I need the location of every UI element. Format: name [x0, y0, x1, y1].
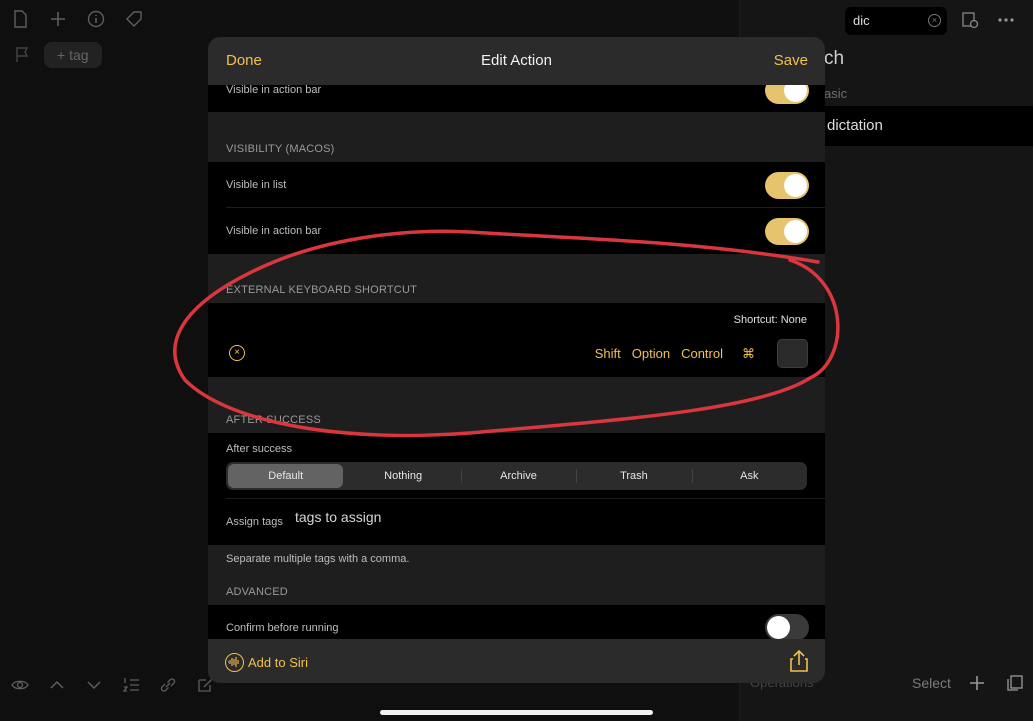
row-label: Confirm before running [226, 622, 339, 634]
visible-in-action-bar-row-ios: Visible in action bar [208, 77, 825, 112]
done-button[interactable]: Done [226, 52, 262, 69]
search-input[interactable]: dic × [845, 7, 947, 35]
row-label: Visible in action bar [226, 225, 322, 237]
list-subtitle: asic [824, 86, 848, 101]
tag-row: + tag [10, 42, 102, 68]
editor-bottom-toolbar [8, 674, 217, 696]
shortcut-status: Shortcut: None [733, 314, 807, 326]
editor-toolbar [8, 8, 146, 30]
after-success-segmented-control: Default Nothing Archive Trash Ask [226, 462, 807, 490]
after-success-group: After success Default Nothing Archive Tr… [208, 433, 825, 545]
row-label: Assign tags [226, 516, 283, 528]
list-bottom-toolbar: Select [912, 672, 1027, 694]
shortcut-key-input[interactable] [777, 339, 808, 368]
segment-trash[interactable]: Trash [576, 462, 691, 490]
plus-icon[interactable] [46, 8, 70, 30]
option-modifier-button[interactable]: Option [632, 346, 670, 362]
tag-icon[interactable] [122, 8, 146, 30]
info-icon[interactable] [84, 8, 108, 30]
new-document-icon[interactable] [8, 8, 32, 30]
modifier-keys: Shift Option Control ⌘ [595, 346, 755, 362]
modal-footer: Add to Siri [208, 639, 825, 683]
section-heading-keyboard-shortcut: EXTERNAL KEYBOARD SHORTCUT [226, 284, 418, 296]
more-icon[interactable] [994, 9, 1018, 31]
segment-default[interactable]: Default [228, 464, 344, 488]
visible-in-list-toggle[interactable] [765, 172, 809, 199]
add-tag-button[interactable]: + tag [44, 42, 102, 68]
assign-tags-row[interactable]: Assign tags tags to assign [208, 499, 825, 545]
modal-title: Edit Action [481, 52, 552, 69]
segment-nothing[interactable]: Nothing [345, 462, 460, 490]
row-label: Visible in list [226, 179, 287, 191]
visibility-macos-group: Visible in list Visible in action bar [208, 162, 825, 254]
siri-waveform-icon[interactable] [225, 653, 244, 672]
keyboard-shortcut-row: Shortcut: None × Shift Option Control ⌘ [208, 303, 825, 377]
assign-tags-help: Separate multiple tags with a comma. [226, 553, 410, 565]
command-modifier-button[interactable]: ⌘ [742, 346, 755, 362]
documents-icon[interactable] [1003, 672, 1027, 694]
add-to-siri-button[interactable]: Add to Siri [248, 655, 308, 670]
list-title: ch [824, 48, 845, 69]
control-modifier-button[interactable]: Control [681, 346, 723, 362]
clear-search-icon[interactable]: × [928, 14, 941, 27]
share-icon[interactable] [789, 649, 809, 673]
search-value: dic [853, 13, 870, 28]
segment-archive[interactable]: Archive [460, 462, 576, 490]
section-heading-after-success: AFTER SUCCESS [226, 414, 321, 426]
row-label: After success [226, 443, 293, 455]
row-separator [226, 207, 825, 208]
visible-in-action-bar-toggle[interactable] [765, 218, 809, 245]
section-heading-advanced: ADVANCED [226, 586, 288, 598]
edit-action-modal: Done Edit Action Save Visible in action … [208, 37, 825, 683]
select-button[interactable]: Select [912, 675, 951, 691]
link-icon[interactable] [156, 674, 180, 696]
chevron-up-icon[interactable] [45, 674, 69, 696]
assign-tags-input[interactable]: tags to assign [295, 509, 381, 525]
chevron-down-icon[interactable] [82, 674, 106, 696]
eye-icon[interactable] [8, 674, 32, 696]
workspace-icon[interactable] [958, 9, 982, 31]
add-icon[interactable] [965, 672, 989, 694]
shift-modifier-button[interactable]: Shift [595, 346, 621, 362]
save-button[interactable]: Save [774, 52, 808, 69]
list-order-icon[interactable] [119, 674, 143, 696]
row-label: Visible in action bar [226, 84, 322, 96]
segment-ask[interactable]: Ask [691, 462, 807, 490]
confirm-before-running-toggle[interactable] [765, 614, 809, 641]
home-indicator[interactable] [380, 710, 653, 715]
section-heading-visibility-macos: VISIBILITY (MACOS) [226, 143, 335, 155]
list-item-label: dictation [827, 117, 883, 134]
list-toolbar [958, 9, 1018, 31]
modal-header: Done Edit Action Save [208, 37, 825, 85]
clear-shortcut-icon[interactable]: × [229, 345, 245, 361]
flag-icon[interactable] [10, 44, 34, 66]
